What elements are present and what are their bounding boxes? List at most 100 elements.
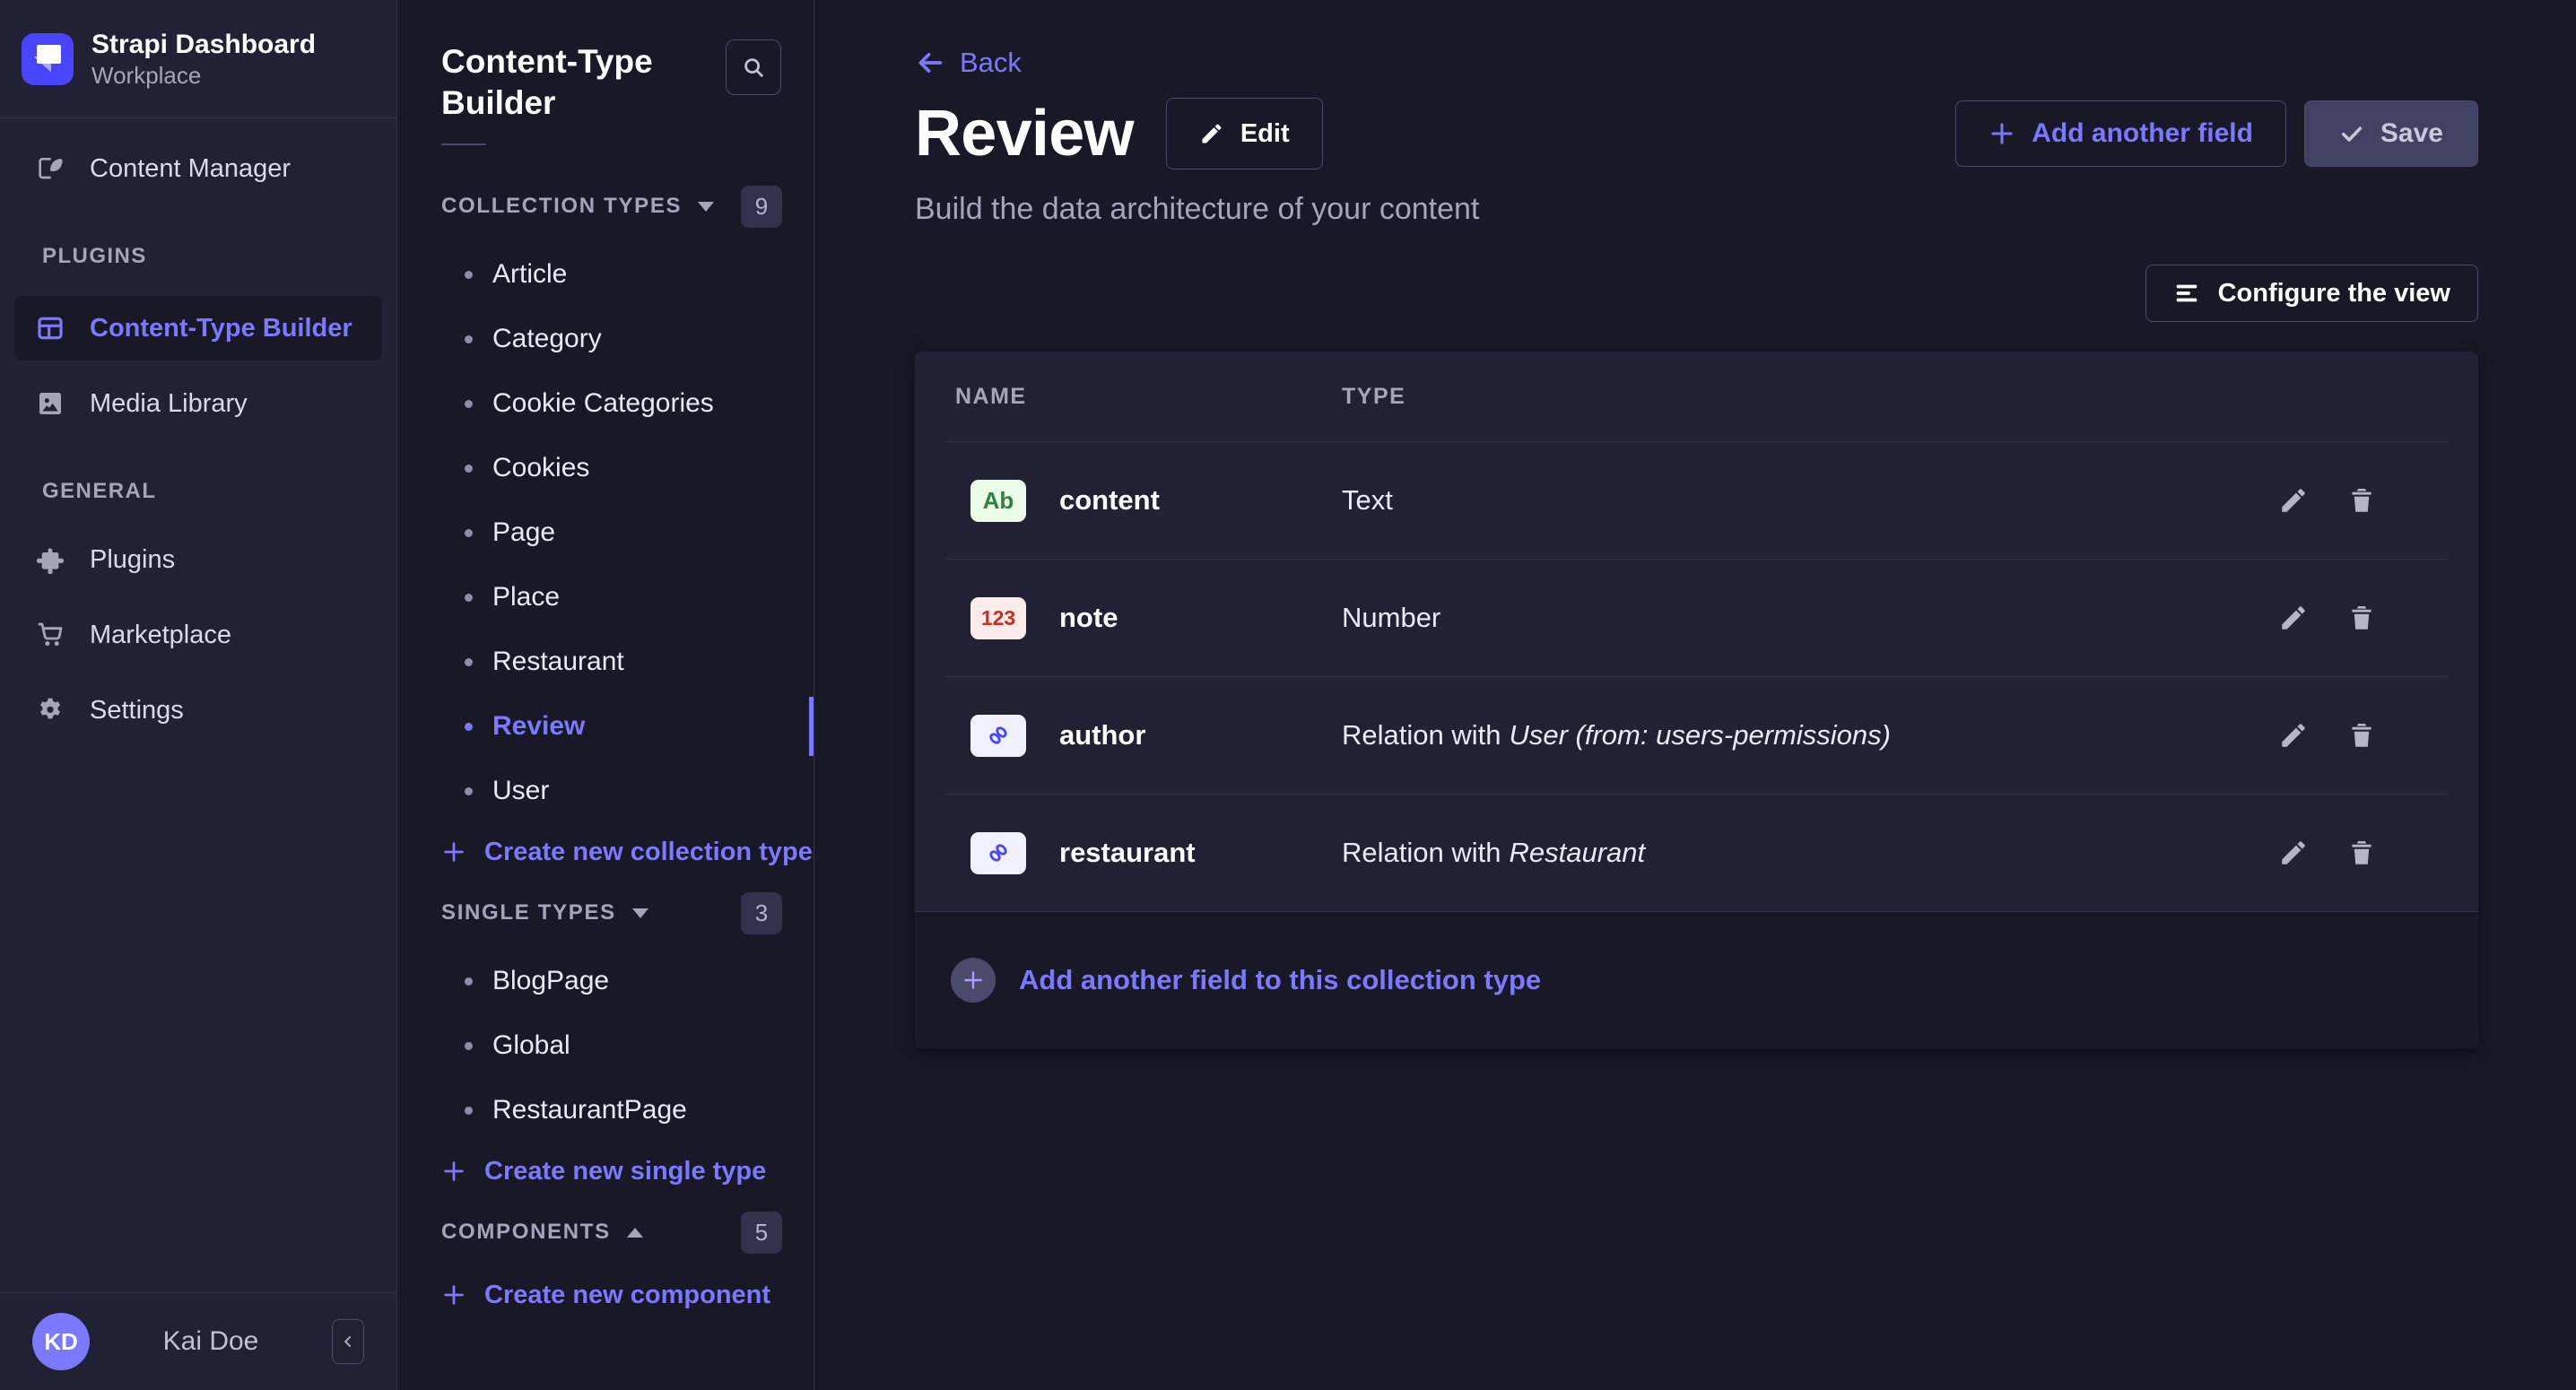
back-link[interactable]: Back (915, 47, 1022, 79)
subnav-item-user[interactable]: User (397, 759, 814, 823)
section-collection-types[interactable]: COLLECTION TYPES 9 (397, 185, 814, 228)
add-field-to-collection-label: Add another field to this collection typ… (1019, 964, 1541, 996)
save-button[interactable]: Save (2304, 100, 2478, 167)
workspace-brand[interactable]: Strapi Dashboard Workplace (0, 0, 396, 118)
sidebar-item-content-manager[interactable]: Content Manager (14, 136, 382, 201)
collapse-sidebar-button[interactable] (332, 1319, 364, 1364)
pencil-icon (2278, 603, 2309, 633)
components-count: 5 (741, 1212, 782, 1254)
cart-icon (36, 621, 65, 649)
text-field-icon: Ab (970, 480, 1026, 522)
field-name: author (1059, 719, 1145, 751)
bullet-icon (465, 465, 473, 473)
subnav-item-global[interactable]: Global (397, 1013, 814, 1078)
edit-button[interactable]: Edit (1166, 98, 1323, 169)
page-title: Review (915, 97, 1134, 170)
subnav-item-cookie-categories[interactable]: Cookie Categories (397, 371, 814, 436)
chevron-up-icon (627, 1228, 643, 1238)
section-single-types[interactable]: SINGLE TYPES 3 (397, 891, 814, 934)
sidebar-item-media-library[interactable]: Media Library (14, 371, 382, 436)
single-types-count: 3 (741, 892, 782, 934)
plus-icon (1989, 120, 2015, 147)
trash-icon (2346, 838, 2377, 868)
pencil-icon (1199, 121, 1224, 146)
plus-icon (441, 1282, 466, 1307)
section-components[interactable]: COMPONENTS 5 (397, 1211, 814, 1254)
relation-field-icon (970, 715, 1026, 757)
sidebar-item-content-type-builder[interactable]: Content-Type Builder (14, 296, 382, 361)
fields-table: NAME TYPE Ab content Text 123 note (915, 352, 2478, 1048)
delete-field-button[interactable] (2346, 838, 2377, 868)
workspace-name: Workplace (91, 61, 316, 90)
sidebar-item-label: Settings (90, 696, 184, 725)
trash-icon (2346, 720, 2377, 751)
number-field-icon: 123 (970, 597, 1026, 639)
field-name: restaurant (1059, 837, 1196, 869)
filter-lines-icon (2173, 280, 2200, 307)
avatar[interactable]: KD (32, 1313, 90, 1370)
add-another-field-button[interactable]: Add another field (1955, 100, 2286, 167)
subnav-item-restaurantpage[interactable]: RestaurantPage (397, 1078, 814, 1142)
sidebar-item-marketplace[interactable]: Marketplace (14, 603, 382, 667)
edit-field-button[interactable] (2278, 838, 2309, 868)
content-type-builder-subnav: Content-Type Builder COLLECTION TYPES 9 … (397, 0, 814, 1390)
bullet-icon (465, 1107, 473, 1115)
delete-field-button[interactable] (2346, 485, 2377, 516)
edit-field-button[interactable] (2278, 603, 2309, 633)
sidebar-item-label: Content-Type Builder (90, 314, 352, 343)
subnav-item-article[interactable]: Article (397, 242, 814, 307)
layout-icon (36, 314, 65, 343)
column-header-name: NAME (955, 384, 1342, 410)
sidebar-item-label: Content Manager (90, 154, 291, 184)
pencil-icon (2278, 720, 2309, 751)
strapi-logo-icon (22, 33, 74, 85)
create-component-link[interactable]: Create new component (397, 1266, 814, 1324)
create-collection-type-link[interactable]: Create new collection type (397, 823, 814, 881)
delete-field-button[interactable] (2346, 603, 2377, 633)
bullet-icon (465, 1042, 473, 1050)
subnav-item-restaurant[interactable]: Restaurant (397, 630, 814, 694)
edit-field-button[interactable] (2278, 485, 2309, 516)
plus-circle-icon (951, 958, 996, 1003)
delete-field-button[interactable] (2346, 720, 2377, 751)
sidebar-item-label: Marketplace (90, 621, 231, 650)
column-header-type: TYPE (1342, 384, 1405, 410)
table-row: 123 note Number (915, 560, 2478, 676)
page-subtitle: Build the data architecture of your cont… (915, 192, 2478, 227)
configure-view-button[interactable]: Configure the view (2145, 265, 2478, 322)
chevron-down-icon (698, 202, 714, 212)
field-name: note (1059, 602, 1118, 634)
main-sidebar: Strapi Dashboard Workplace Content Manag… (0, 0, 397, 1390)
app-title: Strapi Dashboard (91, 29, 316, 61)
field-type: Text (1342, 484, 2278, 517)
create-single-type-link[interactable]: Create new single type (397, 1142, 814, 1200)
chevron-down-icon (632, 908, 648, 918)
relation-field-icon (970, 832, 1026, 874)
search-button[interactable] (726, 39, 781, 95)
puzzle-icon (36, 545, 65, 574)
bullet-icon (465, 529, 473, 537)
bullet-icon (465, 594, 473, 602)
bullet-icon (465, 723, 473, 731)
bullet-icon (465, 787, 473, 795)
subnav-item-category[interactable]: Category (397, 307, 814, 371)
check-icon (2339, 121, 2364, 146)
subnav-item-blogpage[interactable]: BlogPage (397, 949, 814, 1013)
table-header: NAME TYPE (915, 352, 2478, 441)
field-name: content (1059, 484, 1160, 517)
nav-section-plugins: PLUGINS (0, 244, 396, 269)
bullet-icon (465, 658, 473, 666)
subnav-item-review[interactable]: Review (397, 694, 814, 759)
picture-icon (36, 389, 65, 418)
bullet-icon (465, 335, 473, 343)
field-type: Relation withRestaurant (1342, 837, 2278, 869)
plus-icon (441, 1159, 466, 1184)
subnav-item-page[interactable]: Page (397, 500, 814, 565)
subnav-item-place[interactable]: Place (397, 565, 814, 630)
sidebar-item-plugins[interactable]: Plugins (14, 527, 382, 592)
edit-field-button[interactable] (2278, 720, 2309, 751)
plus-icon (441, 839, 466, 864)
subnav-item-cookies[interactable]: Cookies (397, 436, 814, 500)
add-field-to-collection-row[interactable]: Add another field to this collection typ… (915, 911, 2478, 1048)
sidebar-item-settings[interactable]: Settings (14, 678, 382, 743)
